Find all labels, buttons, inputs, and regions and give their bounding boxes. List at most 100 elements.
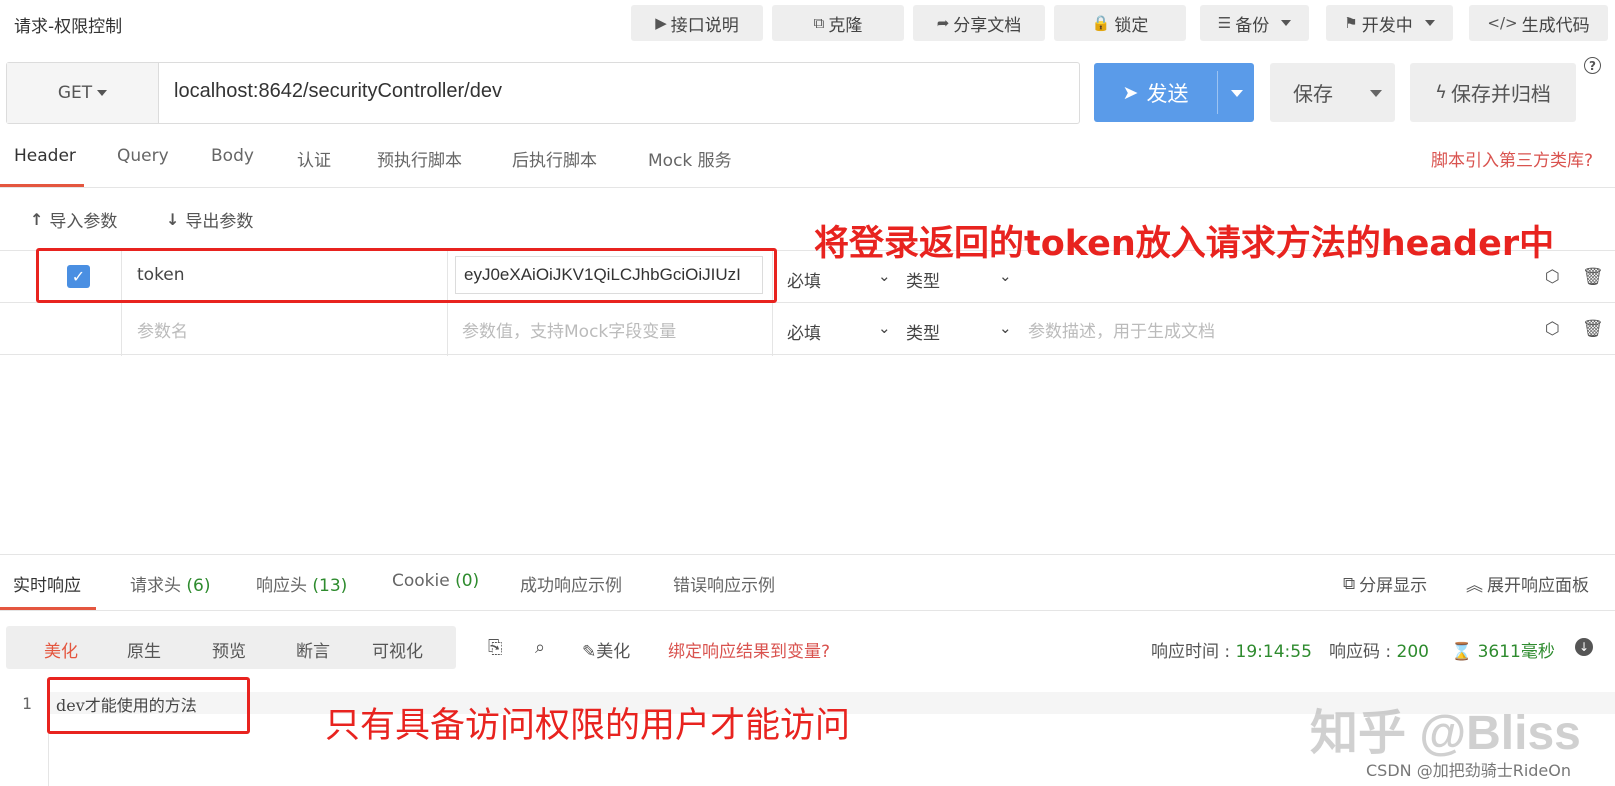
response-time-value: 19:14:55 [1235, 642, 1312, 662]
generate-code-label: 生成代码 [1521, 15, 1590, 36]
bolt-icon: ϟ [1435, 82, 1447, 103]
response-tabs: 实时响应 请求头 (6) 响应头 (13) Cookie (0) 成功响应示例 … [0, 554, 1615, 611]
param-value-field[interactable]: 参数值，支持Mock字段变量 [462, 317, 676, 342]
expand-panel-button[interactable]: ︽ 展开响应面板 [1466, 571, 1589, 596]
tab-auth[interactable]: 认证 [297, 146, 331, 171]
generate-code-button[interactable]: </> 生成代码 [1469, 5, 1608, 41]
chevron-down-icon: ⌄ [878, 319, 891, 337]
import-params-label: 导入参数 [49, 212, 118, 232]
save-options-chevron-icon[interactable] [1370, 90, 1382, 97]
arrow-up-icon: ↑ [30, 210, 44, 229]
tab-header[interactable]: Header [14, 146, 76, 166]
tab-post-script[interactable]: 后执行脚本 [512, 146, 597, 171]
double-chevron-up-icon: ︽ [1466, 576, 1483, 596]
response-duration-value: 3611毫秒 [1477, 642, 1555, 662]
beautify-button[interactable]: ✎美化 [582, 637, 630, 662]
paper-plane-icon: ➤ [1122, 81, 1139, 104]
trash-icon[interactable]: 🗑 [1582, 267, 1604, 287]
send-options-chevron-icon[interactable] [1231, 90, 1243, 97]
search-icon[interactable]: ⌕ [535, 637, 545, 658]
cube-icon[interactable]: ⬡ [1545, 319, 1560, 339]
method-select[interactable]: GET [7, 63, 159, 123]
bind-result-link[interactable]: 绑定响应结果到变量? [668, 637, 830, 662]
send-button-group: ➤ 发送 [1094, 63, 1254, 122]
annotation-header-note: 将登录返回的token放入请求方法的header中 [814, 224, 1555, 264]
chevron-down-icon: ⌄ [878, 267, 891, 285]
tab-pre-script[interactable]: 预执行脚本 [377, 146, 462, 171]
api-doc-label: 接口说明 [670, 15, 739, 36]
backup-dropdown[interactable]: ☰ 备份 [1200, 5, 1309, 41]
type-select[interactable]: 类型 [906, 319, 940, 344]
download-icon[interactable]: ↓ [1575, 638, 1593, 656]
table-row: 参数名 参数值，支持Mock字段变量 必填 ⌄ 类型 ⌄ 参数描述，用于生成文档… [0, 302, 1615, 356]
response-code: 响应码 : 200 [1329, 637, 1429, 662]
api-doc-button[interactable]: ▶ 接口说明 [631, 5, 763, 41]
view-preview[interactable]: 预览 [212, 637, 246, 662]
tab-mock[interactable]: Mock 服务 [648, 146, 732, 171]
third-party-lib-link[interactable]: 脚本引入第三方类库? [1431, 146, 1593, 171]
status-label: 开发中 [1361, 15, 1413, 36]
type-select[interactable]: 类型 [906, 267, 940, 292]
response-time: 响应时间 : 19:14:55 [1151, 637, 1312, 662]
export-params-button[interactable]: ↓ 导出参数 [166, 207, 253, 232]
chevron-down-icon: ⌄ [999, 267, 1012, 285]
lock-label: 锁定 [1114, 15, 1149, 36]
copy-icon: ⧉ [813, 14, 825, 32]
split-view-button[interactable]: ⧉ 分屏显示 [1343, 571, 1428, 597]
chevron-down-icon: ⌄ [999, 319, 1012, 337]
divider [772, 303, 773, 356]
lock-icon: 🔒 [1091, 14, 1111, 32]
response-code-value: 200 [1396, 642, 1429, 662]
status-dropdown[interactable]: ⚑ 开发中 [1326, 5, 1453, 41]
required-select[interactable]: 必填 [787, 267, 821, 292]
view-assert[interactable]: 断言 [296, 637, 330, 662]
page-title: 请求-权限控制 [14, 17, 123, 37]
split-screen-icon: ⧉ [1343, 573, 1356, 594]
watermark: 知乎 @Bliss [1310, 707, 1581, 760]
tab-cookie[interactable]: Cookie (0) [392, 571, 479, 591]
export-params-label: 导出参数 [185, 212, 254, 232]
response-time-label: 响应时间 : [1151, 642, 1236, 662]
count-badge: (0) [455, 571, 480, 591]
view-visualize[interactable]: 可视化 [372, 637, 423, 662]
tab-request-headers[interactable]: 请求头 (6) [130, 571, 211, 596]
tab-error-example[interactable]: 错误响应示例 [673, 571, 775, 596]
clone-button[interactable]: ⧉ 克隆 [772, 5, 904, 41]
tab-response-headers[interactable]: 响应头 (13) [256, 571, 347, 596]
lock-button[interactable]: 🔒 锁定 [1054, 5, 1186, 41]
arrow-down-icon: ↓ [166, 210, 180, 229]
import-params-button[interactable]: ↑ 导入参数 [30, 207, 117, 232]
annotation-box [47, 677, 250, 734]
chevron-down-icon [97, 90, 108, 96]
cube-icon[interactable]: ⬡ [1545, 267, 1560, 287]
trash-icon[interactable]: 🗑 [1582, 319, 1604, 339]
required-select[interactable]: 必填 [787, 319, 821, 344]
send-button[interactable]: ➤ 发送 [1094, 63, 1217, 122]
divider [121, 303, 122, 356]
csdn-watermark: CSDN @加把劲骑士RideOn [1366, 761, 1572, 780]
param-description-field[interactable]: 参数描述，用于生成文档 [1028, 317, 1215, 342]
tab-label: 请求头 [130, 576, 181, 596]
tab-label: 响应头 [256, 576, 307, 596]
tab-body[interactable]: Body [211, 146, 254, 166]
send-label: 发送 [1146, 81, 1189, 106]
save-archive-button[interactable]: ϟ 保存并归档 [1410, 63, 1576, 122]
split-view-label: 分屏显示 [1359, 576, 1428, 596]
tab-label: Cookie [392, 571, 450, 591]
view-beautify[interactable]: 美化 [44, 637, 78, 662]
copy-icon[interactable]: ⎘ [488, 637, 502, 658]
tab-query[interactable]: Query [117, 146, 169, 166]
help-icon[interactable]: ? [1584, 57, 1601, 74]
chevron-down-icon [1281, 20, 1292, 26]
method-label: GET [57, 83, 93, 103]
param-name-field[interactable]: 参数名 [137, 317, 188, 342]
tab-realtime-response[interactable]: 实时响应 [13, 571, 81, 596]
tab-success-example[interactable]: 成功响应示例 [520, 571, 622, 596]
divider [447, 303, 448, 356]
save-archive-label: 保存并归档 [1450, 82, 1551, 106]
url-input[interactable]: localhost:8642/securityController/dev [174, 80, 502, 103]
share-doc-button[interactable]: ➦ 分享文档 [913, 5, 1045, 41]
save-button[interactable]: 保存 [1270, 63, 1356, 122]
view-raw[interactable]: 原生 [127, 637, 161, 662]
active-tab-indicator [0, 184, 84, 187]
